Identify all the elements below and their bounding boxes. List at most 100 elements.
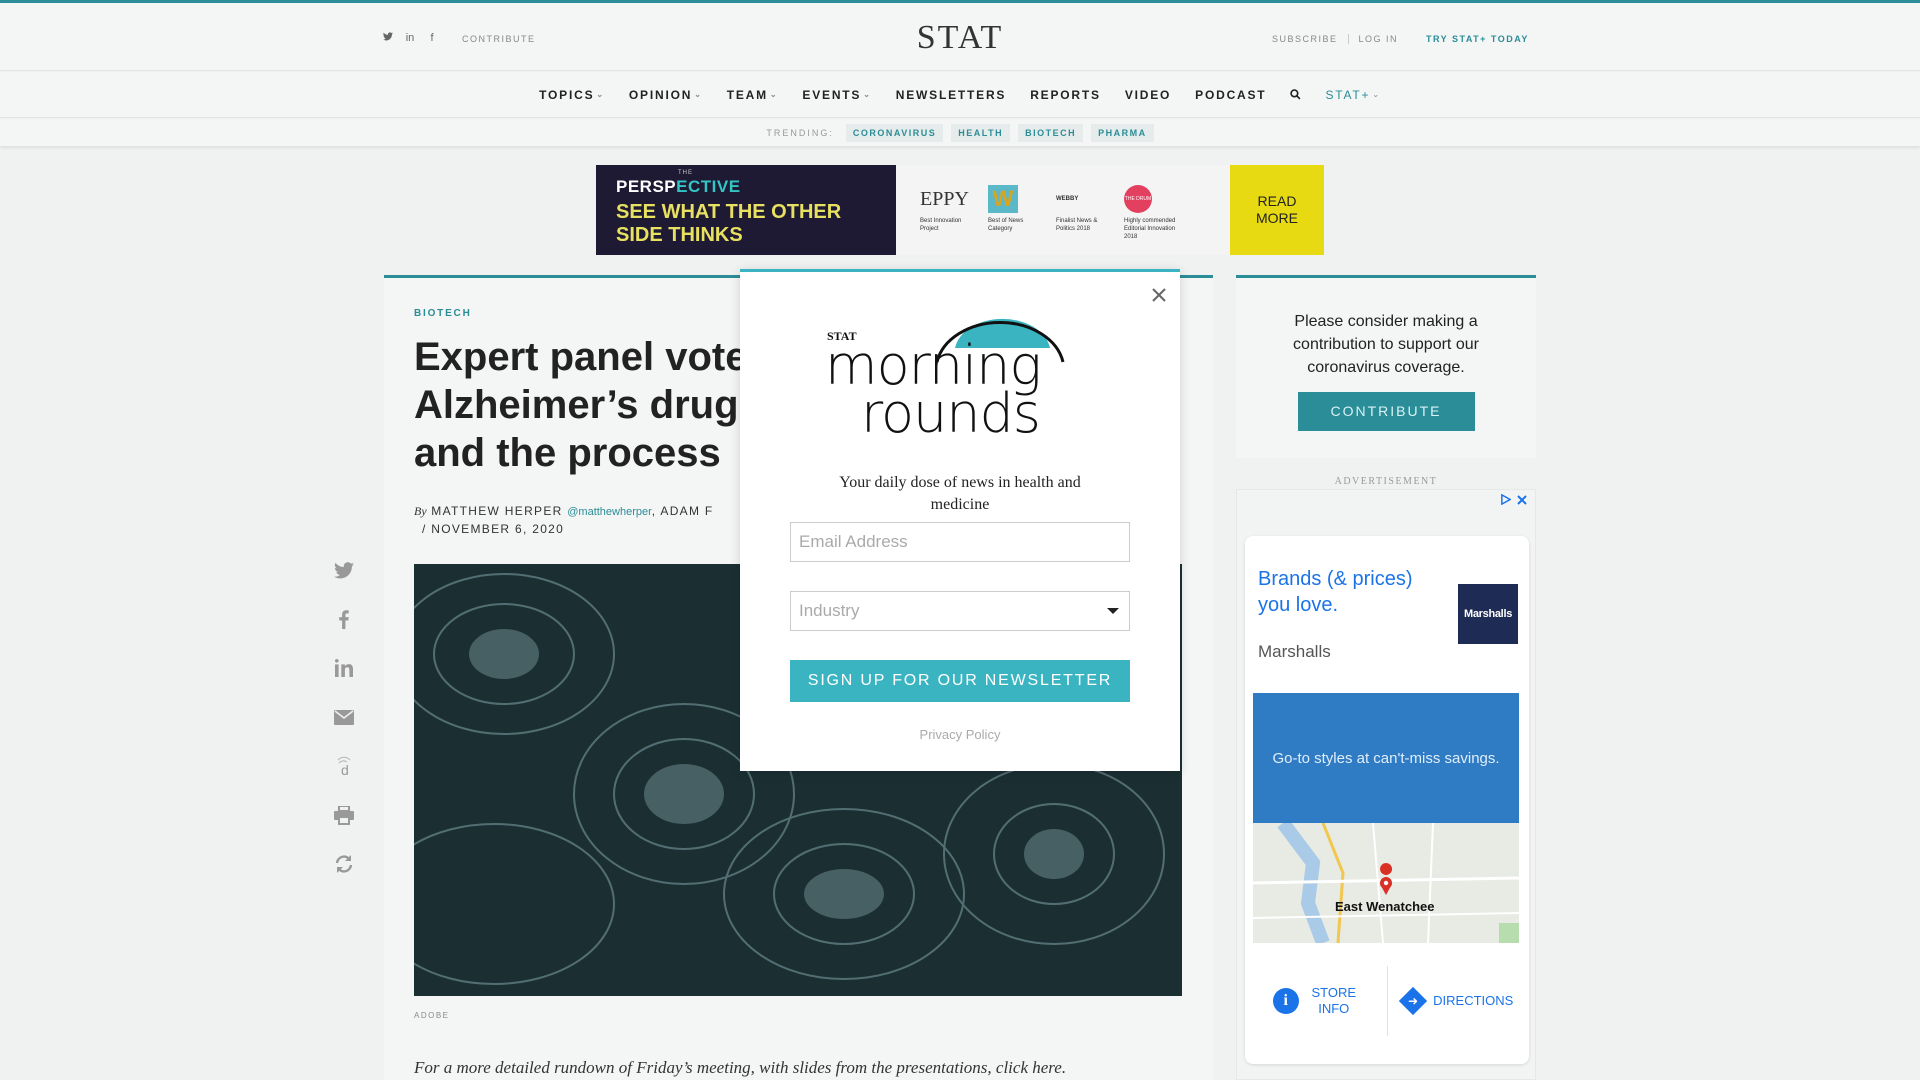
subscribe-link[interactable]: SUBSCRIBE xyxy=(1272,34,1338,44)
close-icon[interactable] xyxy=(1151,284,1167,308)
banner-brand-part: PERSP xyxy=(616,177,677,196)
chevron-down-icon: ⌄ xyxy=(769,90,779,99)
author-twitter-handle[interactable]: @matthewherper xyxy=(567,506,652,518)
search-icon[interactable] xyxy=(1290,89,1301,100)
article-kicker[interactable]: BIOTECH xyxy=(414,308,472,319)
ad-headline[interactable]: Brands (& prices) you love. xyxy=(1258,566,1428,618)
caret-down-icon xyxy=(1107,608,1119,614)
chevron-down-icon: ⌄ xyxy=(863,90,872,99)
advertisement-label: ADVERTISEMENT xyxy=(1334,476,1438,487)
excerpt-link[interactable]: here xyxy=(1028,1058,1062,1077)
banner-tagline: SEE WHAT THE OTHER SIDE THINKS xyxy=(616,201,876,247)
drum-logo: THE DRUM xyxy=(1124,185,1152,213)
nav-label: STAT+ xyxy=(1325,87,1371,102)
map-city-label: East Wenatchee xyxy=(1335,899,1435,914)
award-eppy: EPPY Best Innovation Project xyxy=(920,185,974,255)
print-icon[interactable] xyxy=(332,805,356,825)
banner-left: THE PERSPECTIVE SEE WHAT THE OTHER SIDE … xyxy=(596,165,896,255)
award-webby: WEBBY Finalist News & Politics 2018 xyxy=(1056,185,1110,255)
marshalls-logo[interactable]: Marshalls xyxy=(1458,584,1518,644)
banner-awards: EPPY Best Innovation Project W Best of N… xyxy=(896,165,1230,255)
trending-tag[interactable]: HEALTH xyxy=(951,123,1011,142)
author-name[interactable]: MATTHEW HERPER xyxy=(431,504,562,518)
try-stat-plus-link[interactable]: TRY STAT+ TODAY xyxy=(1426,34,1529,44)
industry-select[interactable]: Industry xyxy=(790,591,1130,631)
email-icon[interactable] xyxy=(332,707,356,727)
nav-stat-plus[interactable]: STAT+ ⌄ xyxy=(1325,88,1380,102)
ad-blurb-panel[interactable]: Go-to styles at can't-miss savings. xyxy=(1253,693,1519,823)
banner-brand: PERSPECTIVE xyxy=(616,177,876,197)
store-info-label: STORE INFO xyxy=(1311,985,1357,1016)
chevron-down-icon: ⌄ xyxy=(1372,90,1381,99)
read-more-button[interactable]: READ MORE xyxy=(1230,165,1324,255)
nav-label: TOPICS xyxy=(539,87,595,102)
contribution-box: Please consider making a contribution to… xyxy=(1236,275,1536,458)
sidebar-ad: Brands (& prices) you love. Marshalls Ma… xyxy=(1236,489,1536,1080)
modal-title-rounds: rounds xyxy=(861,382,1040,440)
auth-links: SUBSCRIBE LOG IN xyxy=(1272,34,1398,44)
nav-newsletters[interactable]: NEWSLETTERS xyxy=(896,88,1006,102)
author-name[interactable]: , ADAM F xyxy=(652,504,714,518)
banner-ad[interactable]: THE PERSPECTIVE SEE WHAT THE OTHER SIDE … xyxy=(596,165,1324,255)
main-nav: TOPICS ⌄ OPINION ⌄ TEAM ⌄ EVENTS ⌄ NEWSLETTE… xyxy=(0,72,1920,118)
excerpt-text: For a more detailed rundown of Friday’s … xyxy=(414,1058,1028,1077)
trending-tag[interactable]: CORONAVIRUS xyxy=(845,123,944,142)
award-drum: THE DRUM Highly commended Editorial Inno… xyxy=(1124,185,1178,255)
contribute-button[interactable]: CONTRIBUTE xyxy=(1297,392,1475,431)
article-byline: By MATTHEW HERPER @matthewherper, ADAM F… xyxy=(414,503,714,538)
eppy-logo: EPPY xyxy=(920,188,969,210)
email-field[interactable] xyxy=(790,522,1130,562)
read-more-line: MORE xyxy=(1256,210,1298,226)
chevron-down-icon: ⌄ xyxy=(596,90,605,99)
nav-team[interactable]: TEAM ⌄ xyxy=(727,88,779,102)
morning-rounds-logo: STAT morning rounds xyxy=(825,310,1095,445)
industry-placeholder: Industry xyxy=(799,601,860,620)
award-text: Best of News Category xyxy=(988,218,1024,232)
ad-card[interactable]: Brands (& prices) you love. Marshalls Ma… xyxy=(1245,536,1529,1064)
trending-label: TRENDING: xyxy=(766,127,834,138)
nav-label: OPINION xyxy=(628,87,693,102)
info-icon: i xyxy=(1272,988,1299,1014)
signup-button[interactable]: SIGN UP FOR OUR NEWSLETTER xyxy=(790,660,1130,702)
login-link[interactable]: LOG IN xyxy=(1359,34,1399,44)
nav-opinion[interactable]: OPINION ⌄ xyxy=(629,88,703,102)
chevron-down-icon: ⌄ xyxy=(694,90,703,99)
nav-events[interactable]: EVENTS ⌄ xyxy=(802,88,871,102)
trending-bar: TRENDING: CORONAVIRUS HEALTH BIOTECH PHA… xyxy=(0,119,1920,146)
directions-icon: ➜ xyxy=(1399,986,1428,1016)
linkedin-icon[interactable] xyxy=(332,658,356,678)
site-header: in f CONTRIBUTE STAT SUBSCRIBE LOG IN TR… xyxy=(0,3,1920,71)
store-info-button[interactable]: i STORE INFO xyxy=(1245,966,1387,1036)
award-text: Finalist News & Politics 2018 xyxy=(1056,218,1098,232)
twitter-icon[interactable] xyxy=(332,560,356,580)
adchoices-icon[interactable] xyxy=(1500,493,1512,508)
share-rail: d xyxy=(332,560,356,874)
disqus-icon[interactable]: d xyxy=(332,756,356,776)
banner-brand-part: ECTIVE xyxy=(676,177,741,196)
facebook-icon[interactable] xyxy=(332,609,356,629)
ad-map[interactable]: East Wenatchee xyxy=(1253,823,1519,943)
stat-logo[interactable]: STAT xyxy=(917,19,1004,57)
nav-video[interactable]: VIDEO xyxy=(1125,88,1171,102)
contribution-appeal: Please consider making a contribution to… xyxy=(1293,313,1479,376)
nav-podcast[interactable]: PODCAST xyxy=(1195,88,1266,102)
nav-topics[interactable]: TOPICS ⌄ xyxy=(539,88,605,102)
newsletter-modal: STAT morning rounds Your daily dose of n… xyxy=(740,269,1180,771)
trending-tag[interactable]: PHARMA xyxy=(1091,123,1154,142)
close-ad-icon[interactable] xyxy=(1517,494,1527,508)
award-w: W Best of News Category xyxy=(988,185,1042,255)
divider xyxy=(1347,34,1349,44)
award-text: Highly commended Editorial Innovation 20… xyxy=(1124,218,1176,240)
directions-button[interactable]: ➜ DIRECTIONS xyxy=(1386,966,1530,1036)
article-date: / NOVEMBER 6, 2020 xyxy=(422,522,565,536)
ad-brand-name: Marshalls xyxy=(1258,642,1331,661)
nav-reports[interactable]: REPORTS xyxy=(1030,88,1101,102)
byline-by: By xyxy=(414,504,427,518)
webby-logo: WEBBY xyxy=(1056,196,1079,202)
reprint-icon[interactable] xyxy=(332,854,356,874)
ad-blurb: Go-to styles at can't-miss savings. xyxy=(1272,749,1500,767)
excerpt-end: . xyxy=(1061,1058,1067,1077)
w-award-logo: W xyxy=(988,185,1018,213)
trending-tag[interactable]: BIOTECH xyxy=(1018,123,1084,142)
privacy-policy-link[interactable]: Privacy Policy xyxy=(740,727,1180,742)
